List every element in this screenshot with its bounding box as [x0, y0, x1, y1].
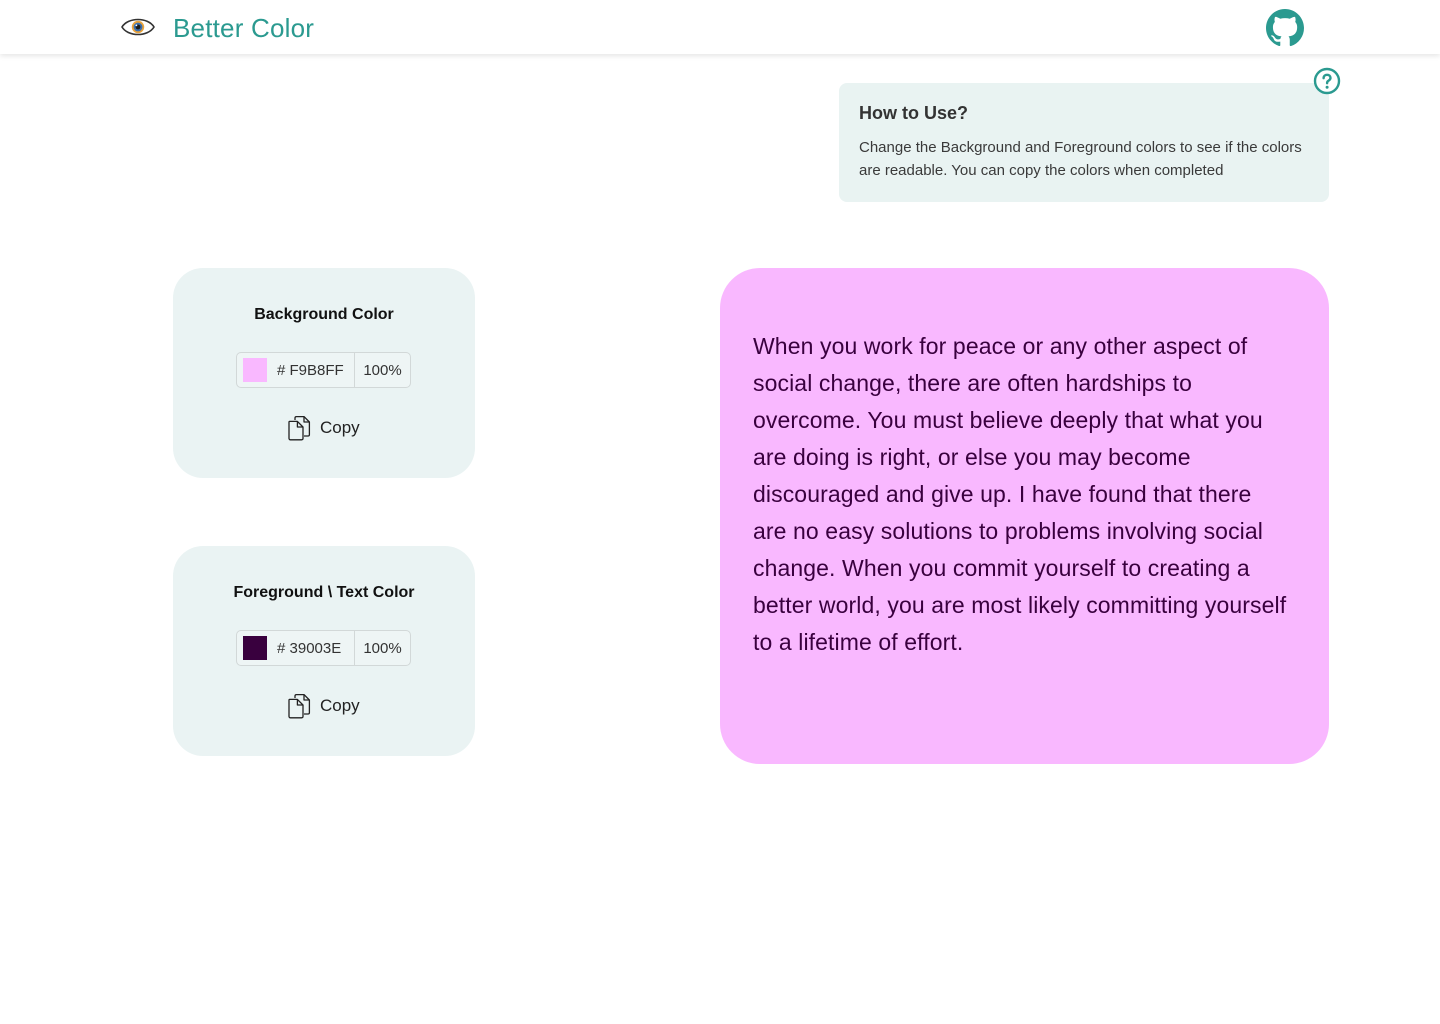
background-color-title: Background Color: [254, 306, 394, 323]
app-title[interactable]: Better Color: [173, 13, 314, 44]
top-navbar: Better Color: [0, 0, 1440, 54]
copy-icon: [288, 415, 311, 441]
how-to-use-title: How to Use?: [859, 103, 969, 123]
how-to-use-text: Change the Background and Foreground col…: [859, 139, 1302, 179]
foreground-copy-button[interactable]: Copy: [287, 692, 360, 720]
github-icon[interactable]: [1266, 9, 1304, 47]
foreground-color-picker: # 39003E 100%: [236, 630, 411, 666]
background-copy-label: Copy: [320, 418, 360, 437]
background-hex-input[interactable]: # F9B8FF: [267, 353, 355, 387]
foreground-color-title: Foreground \ Text Color: [233, 584, 415, 601]
question-circle-icon[interactable]: [1313, 67, 1341, 95]
background-color-swatch[interactable]: [243, 358, 267, 382]
foreground-color-card: Foreground \ Text Color # 39003E 100% Co…: [173, 546, 475, 756]
background-color-card: Background Color # F9B8FF 100% Copy: [173, 268, 475, 478]
how-to-use-panel: How to Use? Change the Background and Fo…: [839, 83, 1329, 202]
eye-icon: [120, 14, 156, 40]
foreground-color-swatch[interactable]: [243, 636, 267, 660]
background-swatch-wrap: [237, 353, 267, 387]
foreground-swatch-wrap: [237, 631, 267, 665]
foreground-alpha-input[interactable]: 100%: [355, 631, 410, 665]
color-preview-panel: When you work for peace or any other asp…: [720, 268, 1329, 764]
copy-icon: [288, 693, 311, 719]
foreground-copy-label: Copy: [320, 696, 360, 715]
background-copy-button[interactable]: Copy: [287, 414, 360, 442]
preview-text: When you work for peace or any other asp…: [753, 333, 1287, 655]
foreground-hex-input[interactable]: # 39003E: [267, 631, 355, 665]
background-color-picker: # F9B8FF 100%: [236, 352, 411, 388]
background-alpha-input[interactable]: 100%: [355, 353, 410, 387]
